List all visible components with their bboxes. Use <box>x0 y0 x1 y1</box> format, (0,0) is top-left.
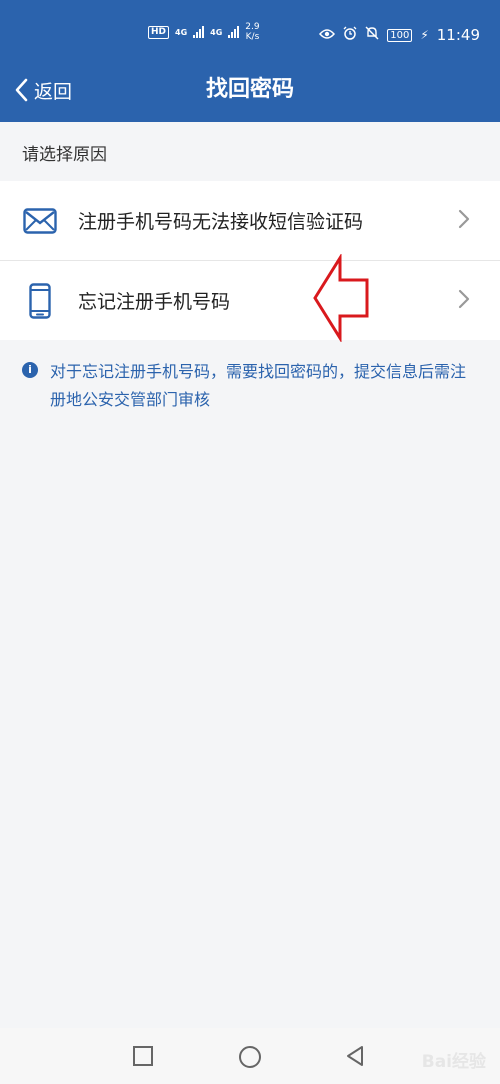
home-button[interactable] <box>238 1045 262 1069</box>
option-no-sms[interactable]: 注册手机号码无法接收短信验证码 <box>0 181 500 260</box>
recent-apps-button[interactable] <box>132 1045 154 1067</box>
signal-icon-2 <box>228 26 240 38</box>
alarm-icon <box>343 26 357 44</box>
chevron-right-icon <box>458 209 470 229</box>
red-arrow-annotation <box>313 254 369 342</box>
phone-icon <box>22 282 58 319</box>
hd-badge: HD <box>148 25 170 39</box>
info-note: i 对于忘记注册手机号码，需要找回密码的，提交信息后需注册地公安交管部门审核 <box>22 358 472 414</box>
option-label-no-sms: 注册手机号码无法接收短信验证码 <box>78 211 364 233</box>
speed-unit: K/s <box>245 32 260 42</box>
option-label-forgot-phone: 忘记注册手机号码 <box>78 291 231 313</box>
reason-list: 注册手机号码无法接收短信验证码 忘记注册手机号码 <box>0 181 500 340</box>
top-nav-bar: 返回 找回密码 <box>0 58 500 122</box>
network-label-1: 4G <box>175 27 188 37</box>
charging-icon: ⚡ <box>420 28 429 42</box>
system-back-button[interactable] <box>344 1045 366 1067</box>
section-label: 请选择原因 <box>22 145 107 165</box>
watermark: Bai经验 <box>421 1052 486 1072</box>
info-icon: i <box>22 362 38 378</box>
network-speed: 2.9 K/s <box>245 22 259 42</box>
battery-indicator: 100 <box>387 28 413 42</box>
mail-icon <box>22 203 58 239</box>
chevron-right-icon <box>458 289 470 309</box>
status-network-group: HD 4G 4G 2.9 K/s <box>148 22 260 42</box>
system-nav-bar: Bai经验 <box>0 1028 500 1084</box>
mute-bell-icon <box>365 26 379 44</box>
status-bar: HD 4G 4G 2.9 K/s 100 ⚡ 11:49 <box>0 0 500 58</box>
eye-icon <box>319 26 336 44</box>
speed-value: 2.9 <box>245 22 260 32</box>
page-title: 找回密码 <box>205 77 294 102</box>
network-label-2: 4G <box>210 27 223 37</box>
signal-icon <box>193 26 205 38</box>
info-note-text: 对于忘记注册手机号码，需要找回密码的，提交信息后需注册地公安交管部门审核 <box>50 362 467 409</box>
clock: 11:49 <box>436 26 480 44</box>
status-right-group: 100 ⚡ 11:49 <box>319 26 480 44</box>
option-forgot-phone[interactable]: 忘记注册手机号码 <box>0 260 500 340</box>
